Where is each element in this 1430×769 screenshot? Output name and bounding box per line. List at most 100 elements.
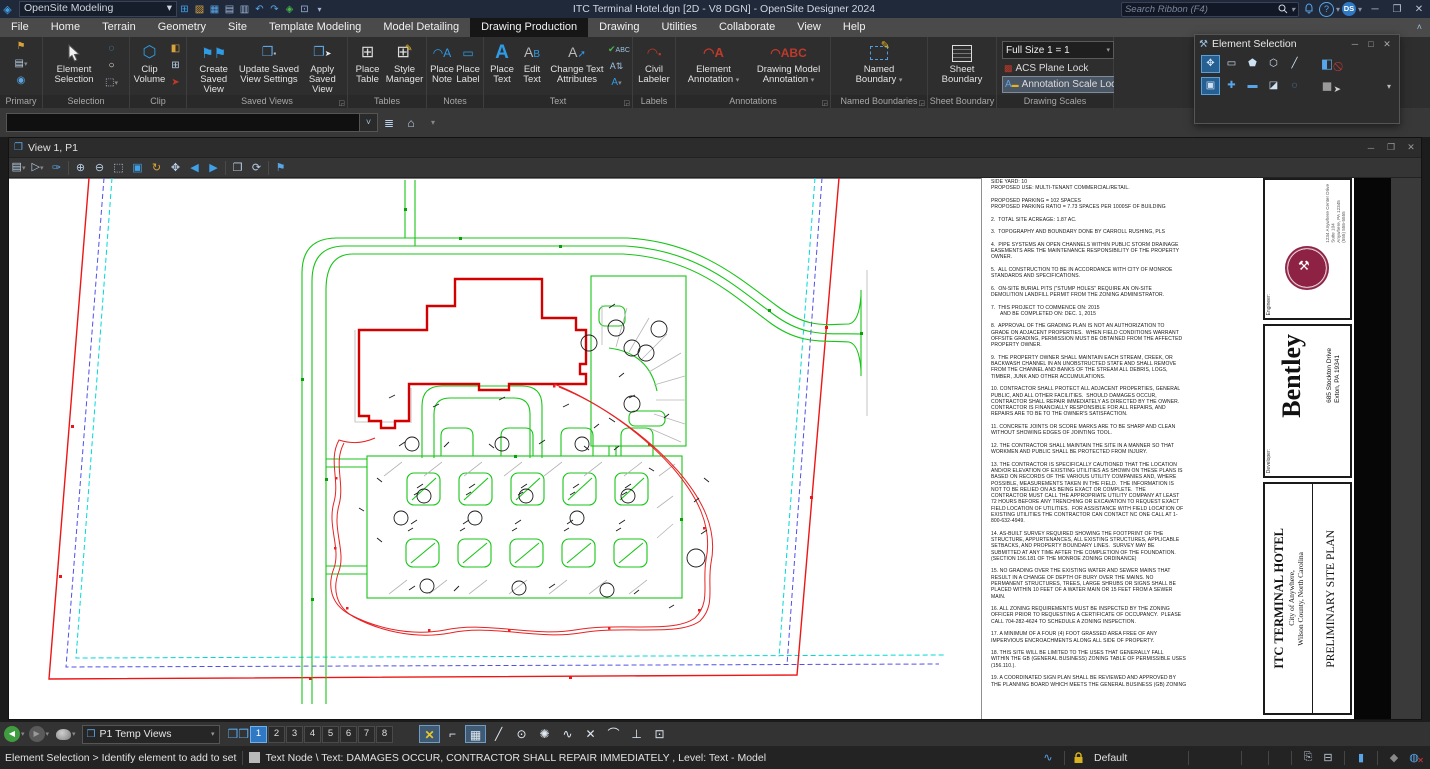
midpoint-snap-icon[interactable]: ✺	[534, 725, 555, 743]
view-toggle-3[interactable]: 3	[286, 725, 304, 743]
dialog-close-icon[interactable]: ✕	[1379, 39, 1395, 50]
help-icon[interactable]: ?	[1318, 1, 1334, 17]
tab-utilities[interactable]: Utilities	[651, 18, 708, 37]
save-icon[interactable]: ▦	[207, 4, 222, 15]
notification-bell-icon[interactable]	[1303, 3, 1315, 15]
tab-help[interactable]: Help	[832, 18, 877, 37]
keyin-search-icon[interactable]: ⌂	[400, 116, 422, 130]
annotation-scale-lock-toggle[interactable]: A▬ Annotation Scale Lock	[1002, 76, 1125, 93]
view-toggle-8[interactable]: 8	[376, 725, 394, 743]
view-menu-icon[interactable]: ❐	[14, 142, 23, 153]
apply-saved-view-tool-icon[interactable]: ⚑	[271, 159, 290, 177]
element-selection-button[interactable]: Element Selection	[45, 39, 103, 95]
pan-view-icon[interactable]: ✥	[166, 159, 185, 177]
collapse-ribbon-icon[interactable]: ˄	[1409, 18, 1430, 37]
zoom-in-icon[interactable]: ⊕	[71, 159, 90, 177]
intersection-snap-icon[interactable]: ✕	[580, 725, 601, 743]
redo-icon[interactable]: ↷	[267, 4, 282, 15]
place-text-button[interactable]: A Place Text	[486, 39, 518, 95]
print-icon[interactable]: ⊡	[297, 4, 312, 15]
attach-tools-icon[interactable]: ▤▾	[13, 56, 30, 72]
view-undo-caret-icon[interactable]: ▾	[21, 730, 25, 738]
mode-clear-icon[interactable]: ◌	[1285, 77, 1304, 95]
view-undo-icon[interactable]: ◀	[4, 726, 20, 742]
spell-check-icon[interactable]: ✔ABC	[608, 41, 630, 57]
fence-circle-icon[interactable]: ◌	[103, 41, 120, 57]
sheet-boundary-button[interactable]: Sheet Boundary	[934, 39, 990, 95]
quick-tools-icon[interactable]: ⊞	[177, 4, 192, 15]
ribbon-search[interactable]: Search Ribbon (F4) ▾	[1120, 1, 1299, 17]
tab-template-modeling[interactable]: Template Modeling	[258, 18, 372, 37]
fit-view-icon[interactable]: ▣	[128, 159, 147, 177]
view-next-icon[interactable]: ▶	[204, 159, 223, 177]
tab-site[interactable]: Site	[217, 18, 258, 37]
select-block-icon[interactable]: ▭	[1222, 55, 1241, 73]
avatar[interactable]: DS	[1341, 2, 1356, 16]
tab-drawing[interactable]: Drawing	[588, 18, 650, 37]
grid-snap-icon[interactable]: ▦	[465, 725, 487, 743]
select-circle-icon[interactable]: ⬡	[1264, 55, 1283, 73]
snap-mode-icon[interactable]: ⌐	[442, 725, 463, 743]
minimize-button[interactable]: ─	[1364, 4, 1386, 15]
lock-icon[interactable]	[1073, 751, 1084, 764]
view-toggle-1[interactable]: 1	[250, 725, 268, 743]
civil-labeler-button[interactable]: ◠▪ Civil Labeler	[635, 39, 673, 95]
acs-plane-lock-toggle[interactable]: ▩ ACS Plane Lock	[1002, 61, 1090, 76]
clip-mask-icon[interactable]: ◧	[167, 41, 184, 57]
clip-boundary-icon[interactable]: ⊞	[167, 58, 184, 74]
scale-select[interactable]: Full Size 1 = 1 ▾	[1002, 41, 1114, 59]
view-canvas[interactable]: SIDE YARD: 10 PROPOSED USE: MULTI-TENANT…	[9, 178, 1421, 719]
perpendicular-snap-icon[interactable]: ⊥	[626, 725, 647, 743]
select-all-icon[interactable]: ◼ ➤	[1316, 77, 1341, 95]
select-individual-icon[interactable]: ✥	[1201, 55, 1220, 73]
window-list-icon[interactable]: ⊟	[1318, 751, 1338, 764]
clear-selection-icon[interactable]: ◧⃠	[1316, 55, 1338, 73]
named-boundary-button[interactable]: ✎ Named Boundary ▾	[847, 39, 911, 95]
view-redo-icon[interactable]: ▶	[28, 726, 45, 742]
help-caret-icon[interactable]: ▾	[1336, 5, 1340, 14]
keypoint-snap-icon[interactable]: ⊙	[511, 725, 532, 743]
create-saved-view-button[interactable]: ⚑⚑ Create Saved View	[189, 39, 238, 95]
clip-volume-button[interactable]: ⬡ Clip Volume	[132, 39, 167, 95]
view-groups-icon[interactable]: ❒❒	[228, 725, 250, 743]
text-tools-icon[interactable]: A▾	[608, 75, 625, 91]
mode-invert-icon[interactable]: ◪	[1264, 77, 1283, 95]
keyin-browser-icon[interactable]: ≣	[378, 116, 400, 130]
workflow-selector[interactable]: OpenSite Modeling ▾	[19, 1, 177, 17]
edit-text-button[interactable]: AB Edit Text	[518, 39, 546, 95]
dialog-expand-caret-icon[interactable]: ▾	[1387, 82, 1391, 91]
tab-home[interactable]: Home	[40, 18, 91, 37]
view-title-bar[interactable]: ❐ View 1, P1 ─ ❐ ✕	[9, 138, 1421, 158]
search-options-caret-icon[interactable]: ▾	[1291, 5, 1295, 14]
drawing-model-annotation-button[interactable]: ◠ABC Drawing Model Annotation ▾	[749, 39, 828, 95]
temp-views-combo[interactable]: ❒ P1 Temp Views ▾	[81, 724, 220, 744]
open-folder-icon[interactable]: ▨	[192, 4, 207, 15]
shield-status-icon[interactable]: ◆	[1384, 751, 1404, 764]
window-area-icon[interactable]: ⬚	[109, 159, 128, 177]
view-toggle-4[interactable]: 4	[304, 725, 322, 743]
view-toggle-6[interactable]: 6	[340, 725, 358, 743]
tab-file[interactable]: File	[0, 18, 40, 37]
mode-new-icon[interactable]: ▣	[1201, 77, 1220, 95]
tab-geometry[interactable]: Geometry	[147, 18, 217, 37]
update-saved-view-button[interactable]: ❐▪ Update Saved View Settings	[238, 39, 299, 95]
view-toggle-5[interactable]: 5	[322, 725, 340, 743]
origin-snap-icon[interactable]: ⊡	[649, 725, 670, 743]
mode-subtract-icon[interactable]: ▬	[1243, 77, 1262, 95]
update-view-icon[interactable]: ⟳	[247, 159, 266, 177]
active-level[interactable]: Default	[1094, 752, 1174, 764]
view-close-icon[interactable]: ✕	[1401, 142, 1421, 153]
place-note-button[interactable]: ◠A Place Note	[429, 39, 455, 95]
models-icon[interactable]: ◉	[13, 73, 30, 89]
fence-ellipse-icon[interactable]: ○	[103, 58, 120, 74]
accudraw-toggle-icon[interactable]: ✕	[419, 725, 441, 743]
compress-icon[interactable]: ▥	[237, 4, 252, 15]
explorer-tool-icon[interactable]: ⚑	[13, 39, 30, 55]
copy-view-icon[interactable]: ❐	[228, 159, 247, 177]
view-restore-icon[interactable]: ❐	[1381, 142, 1401, 153]
display-style-icon[interactable]: ▷▾	[28, 158, 47, 178]
view-previous-icon[interactable]: ◀	[185, 159, 204, 177]
account-caret-icon[interactable]: ▾	[1358, 5, 1362, 14]
keyin-caret-icon[interactable]: ▾	[422, 118, 444, 127]
clear-overrides-icon[interactable]: ✑	[47, 159, 66, 177]
